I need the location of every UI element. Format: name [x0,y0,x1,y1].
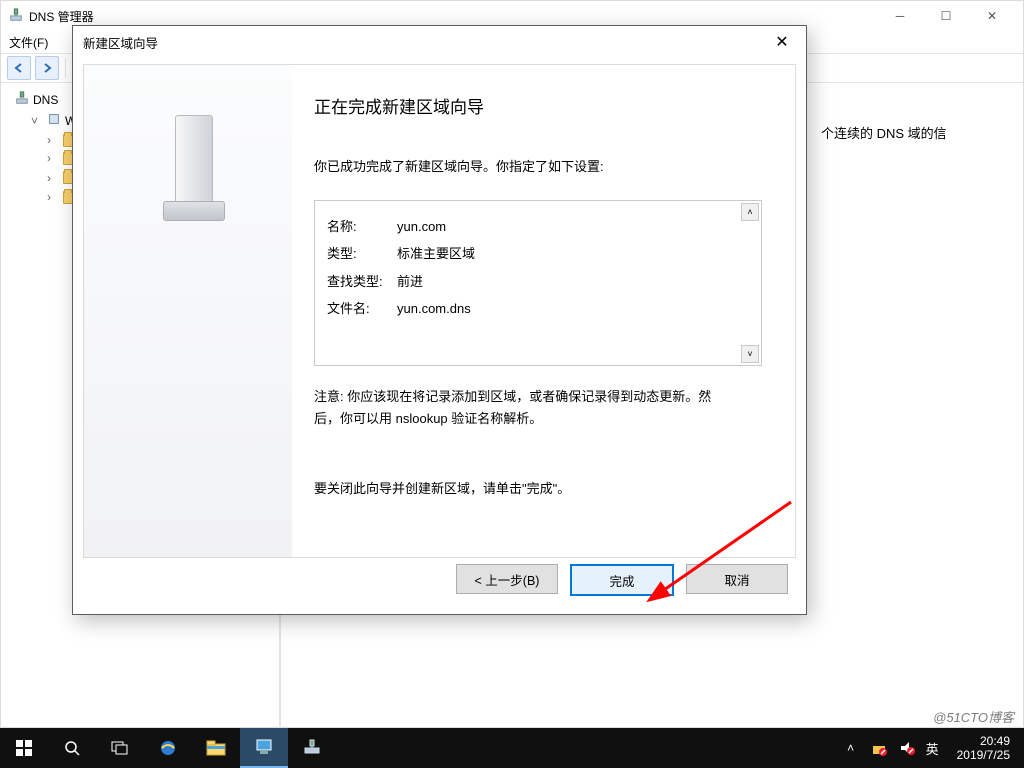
expand-icon[interactable]: › [47,133,59,147]
task-view-button[interactable] [96,728,144,768]
dialog-close-button[interactable]: ✕ [768,28,796,56]
ime-indicator[interactable]: 英 [926,739,939,758]
taskbar-dns-manager[interactable] [288,728,336,768]
main-minimize-button[interactable]: ─ [877,1,923,31]
start-button[interactable] [0,728,48,768]
summary-lookup-label: 查找类型: [327,268,397,295]
server-node-icon [47,112,61,129]
server-art-icon [153,105,223,225]
main-title-text: DNS 管理器 [29,8,94,25]
dialog-body: 正在完成新建区域向导 你已成功完成了新建区域向导。你指定了如下设置: ˄ ˅ 名… [83,64,796,558]
dns-node-icon [15,91,29,108]
taskbar-ie[interactable] [144,728,192,768]
clock-time: 20:49 [957,734,1010,748]
tray-chevron-icon[interactable]: ˄ [842,739,860,757]
wizard-final-prompt: 要关闭此向导并创建新区域，请单击"完成"。 [314,478,765,497]
summary-row-name: 名称: yun.com [327,213,749,240]
summary-row-type: 类型: 标准主要区域 [327,240,749,267]
taskbar: ˄ 英 20:49 2019/7/25 [0,728,1024,768]
expand-icon[interactable]: ˅ [31,114,43,128]
scroll-up-button[interactable]: ˄ [741,203,759,221]
dialog-button-row: < 上一步(B) 完成 取消 [456,564,788,596]
back-button[interactable]: < 上一步(B) [456,564,558,594]
content-text-fragment: 个连续的 DNS 域的信 [821,123,1003,142]
taskbar-explorer[interactable] [192,728,240,768]
dialog-title: 新建区域向导 [83,33,768,52]
scroll-down-button[interactable]: ˅ [741,345,759,363]
finish-button[interactable]: 完成 [570,564,674,596]
summary-lookup-value: 前进 [397,268,423,295]
wizard-note: 注意: 你应该现在将记录添加到区域，或者确保记录得到动态更新。然后，你可以用 n… [314,386,734,430]
summary-file-label: 文件名: [327,295,397,322]
tray-volume-icon[interactable] [898,739,916,757]
search-button[interactable] [48,728,96,768]
menu-file[interactable]: 文件(F) [9,34,48,51]
toolbar-separator [65,58,66,78]
expand-icon[interactable]: › [47,171,59,185]
nav-back-button[interactable] [7,56,31,80]
system-tray: ˄ 英 20:49 2019/7/25 [842,734,1024,763]
taskbar-clock[interactable]: 20:49 2019/7/25 [949,734,1018,763]
main-maximize-button[interactable]: ☐ [923,1,969,31]
clock-date: 2019/7/25 [957,748,1010,762]
main-close-button[interactable]: ✕ [969,1,1015,31]
wizard-intro: 你已成功完成了新建区域向导。你指定了如下设置: [314,156,765,178]
summary-name-label: 名称: [327,213,397,240]
wizard-content: 正在完成新建区域向导 你已成功完成了新建区域向导。你指定了如下设置: ˄ ˅ 名… [292,65,795,557]
dialog-titlebar: 新建区域向导 ✕ [73,26,806,58]
expand-icon[interactable]: › [47,151,59,165]
summary-type-label: 类型: [327,240,397,267]
summary-type-value: 标准主要区域 [397,240,475,267]
summary-row-lookup: 查找类型: 前进 [327,268,749,295]
taskbar-server-manager[interactable] [240,728,288,768]
summary-box: ˄ ˅ 名称: yun.com 类型: 标准主要区域 查找类型: 前进 文件名:… [314,200,762,366]
tree-root-label: DNS [33,93,58,107]
new-zone-wizard-dialog: 新建区域向导 ✕ 正在完成新建区域向导 你已成功完成了新建区域向导。你指定了如下… [72,25,807,615]
watermark-text: @51CTO博客 [933,707,1014,726]
tray-security-icon[interactable] [870,739,888,757]
dns-app-icon [9,8,23,25]
summary-name-value: yun.com [397,213,446,240]
wizard-banner [84,65,292,557]
summary-file-value: yun.com.dns [397,295,471,322]
summary-row-file: 文件名: yun.com.dns [327,295,749,322]
expand-icon[interactable]: › [47,190,59,204]
cancel-button[interactable]: 取消 [686,564,788,594]
wizard-heading: 正在完成新建区域向导 [314,93,765,118]
nav-forward-button[interactable] [35,56,59,80]
